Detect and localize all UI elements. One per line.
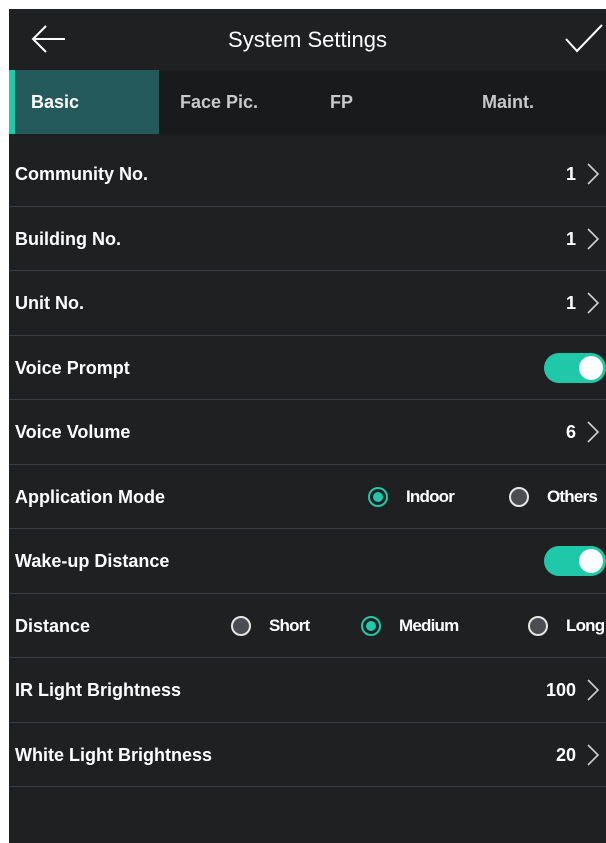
wake-up-distance-toggle[interactable] — [544, 546, 606, 576]
tab-fp[interactable]: FP — [330, 70, 390, 134]
tab-face-pic[interactable]: Face Pic. — [180, 70, 290, 134]
radio-long[interactable]: Long — [528, 594, 605, 658]
wake-up-distance-row: Wake-up Distance — [9, 529, 606, 594]
ir-light-brightness-value: 100 — [545, 680, 576, 700]
radio-medium[interactable]: Medium — [361, 594, 459, 658]
tab-bar: Basic Face Pic. FP Maint. — [9, 70, 606, 134]
distance-row: Distance Short Medium Long — [9, 594, 606, 658]
tab-maint[interactable]: Maint. — [482, 70, 582, 134]
voice-volume-row[interactable]: Voice Volume 6 — [9, 400, 606, 465]
radio-unchecked-icon — [509, 486, 529, 507]
arrow-left-icon — [31, 25, 65, 53]
chevron-right-icon — [587, 421, 600, 443]
back-button[interactable] — [29, 21, 69, 57]
wake-up-distance-label: Wake-up Distance — [15, 551, 170, 571]
header-bar: System Settings — [9, 9, 606, 70]
ir-light-brightness-row[interactable]: IR Light Brightness 100 — [9, 658, 606, 723]
tab-basic[interactable]: Basic — [9, 70, 159, 134]
settings-list: Community No. 1 Building No. 1 Unit No. … — [9, 142, 606, 787]
community-no-value: 1 — [565, 164, 576, 184]
application-mode-label: Application Mode — [15, 486, 165, 507]
white-light-brightness-row[interactable]: White Light Brightness 20 — [9, 723, 606, 787]
radio-short-label: Short — [269, 615, 310, 635]
unit-no-value: 1 — [565, 293, 576, 313]
radio-checked-icon — [361, 615, 381, 636]
check-icon — [565, 24, 603, 53]
radio-unchecked-icon — [528, 615, 548, 636]
radio-short[interactable]: Short — [231, 594, 310, 658]
radio-medium-label: Medium — [399, 615, 459, 635]
unit-no-label: Unit No. — [15, 293, 84, 313]
confirm-button[interactable] — [562, 21, 606, 57]
page-title: System Settings — [228, 27, 387, 52]
radio-indoor[interactable]: Indoor — [368, 465, 455, 529]
distance-label: Distance — [15, 615, 91, 636]
chevron-right-icon — [587, 163, 600, 185]
radio-others[interactable]: Others — [509, 465, 598, 529]
community-no-label: Community No. — [15, 164, 148, 184]
radio-others-label: Others — [547, 486, 598, 506]
building-no-label: Building No. — [15, 228, 121, 249]
chevron-right-icon — [587, 743, 600, 766]
white-light-brightness-value: 20 — [555, 744, 576, 765]
voice-prompt-toggle[interactable] — [544, 352, 606, 383]
white-light-brightness-label: White Light Brightness — [15, 744, 212, 765]
chevron-right-icon — [587, 679, 600, 701]
voice-volume-label: Voice Volume — [15, 422, 131, 442]
application-mode-row: Application Mode Indoor Others — [9, 465, 606, 529]
radio-indoor-label: Indoor — [406, 486, 455, 506]
radio-checked-icon — [368, 486, 388, 507]
chevron-right-icon — [587, 292, 600, 314]
unit-no-row[interactable]: Unit No. 1 — [9, 271, 606, 336]
voice-volume-value: 6 — [565, 422, 576, 442]
building-no-value: 1 — [565, 228, 576, 249]
radio-unchecked-icon — [231, 615, 251, 636]
system-settings-screen: System Settings Basic Face Pic. FP Maint… — [9, 9, 606, 843]
radio-long-label: Long — [566, 615, 605, 635]
toggle-knob — [579, 355, 603, 380]
ir-light-brightness-label: IR Light Brightness — [15, 680, 181, 700]
voice-prompt-label: Voice Prompt — [15, 357, 130, 378]
voice-prompt-row: Voice Prompt — [9, 336, 606, 400]
toggle-knob — [579, 549, 603, 573]
community-no-row[interactable]: Community No. 1 — [9, 142, 606, 207]
chevron-right-icon — [587, 227, 600, 250]
building-no-row[interactable]: Building No. 1 — [9, 207, 606, 271]
